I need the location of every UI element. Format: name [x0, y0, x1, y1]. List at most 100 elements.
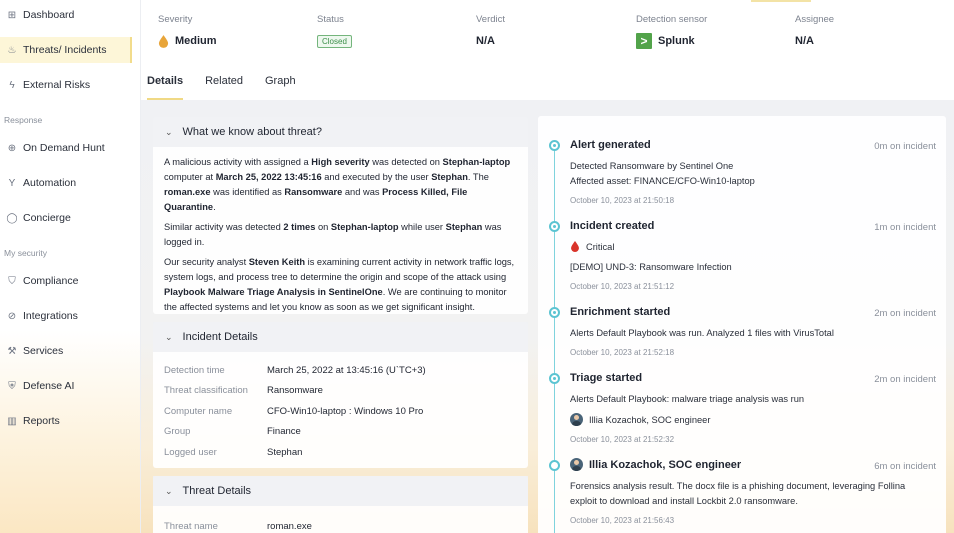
bar-chart-icon: ▥ — [7, 415, 17, 427]
incident-details-header[interactable]: ⌄ Incident Details — [153, 322, 528, 352]
section-my-security-label: My security — [4, 248, 47, 258]
incident-summary: Severity Medium Status Closed Verdict N/… — [141, 0, 954, 70]
avatar — [570, 413, 583, 426]
event-elapsed: 1m on incident — [874, 222, 936, 233]
sidebar-item-automation[interactable]: Y Automation — [0, 170, 132, 196]
threat-summary-panel: ⌄ What we know about threat? A malicious… — [153, 117, 528, 314]
sidebar-item-integrations[interactable]: ⊘ Integrations — [0, 303, 132, 329]
event-line: exploit to download and install Lockbit … — [570, 496, 798, 506]
sidebar-item-external-risks[interactable]: ϟ External Risks — [0, 72, 132, 98]
severity-label: Severity — [158, 14, 193, 25]
tab-related[interactable]: Related — [205, 72, 243, 100]
detail-key: Logged user — [164, 446, 217, 458]
event-line: [DEMO] UND-3: Ransomware Infection — [570, 262, 732, 272]
event-severity: Critical — [570, 241, 614, 252]
sidebar-item-label: On Demand Hunt — [23, 142, 105, 154]
sidebar-item-dashboard[interactable]: ⊞ Dashboard — [0, 2, 132, 28]
threat-paragraph-2: Similar activity was detected 2 times on… — [164, 222, 502, 247]
chevron-down-icon: ⌄ — [165, 485, 173, 496]
sensor-field: Detection sensor > Splunk — [636, 14, 707, 50]
assignee-field: Assignee N/A — [795, 14, 834, 50]
threat-paragraph-1: A malicious activity with assigned a Hig… — [164, 157, 511, 212]
detail-key: Detection time — [164, 364, 225, 376]
incident-details-list: Detection time March 25, 2022 at 13:45:16… — [153, 352, 528, 463]
critical-drop-icon — [571, 241, 579, 252]
incident-timeline: Alert generated 0m on incident Detected … — [538, 116, 946, 533]
tab-bar: Details Related Graph — [147, 72, 318, 100]
detail-row: Threat classification Ransomware — [153, 381, 528, 402]
panel-title: What we know about threat? — [182, 126, 322, 138]
tab-graph[interactable]: Graph — [265, 72, 296, 100]
assignee-value[interactable]: N/A — [795, 32, 834, 50]
severity-text: Medium — [175, 35, 217, 47]
shield-icon: ⛨ — [8, 380, 16, 392]
threat-summary-text: A malicious activity with assigned a Hig… — [153, 147, 528, 328]
severity-field: Severity Medium — [158, 14, 217, 50]
sidebar-item-on-demand-hunt[interactable]: ⊕ On Demand Hunt — [0, 135, 132, 161]
detail-row: Detection time March 25, 2022 at 13:45:16… — [153, 360, 528, 381]
status-field: Status Closed — [317, 14, 352, 50]
detail-key: Threat name — [164, 520, 218, 532]
detail-row: Group Finance — [153, 422, 528, 443]
event-timestamp: October 10, 2023 at 21:51:12 — [570, 282, 675, 291]
threat-details-panel: ⌄ Threat Details Threat name roman.exe — [153, 476, 528, 533]
sidebar-item-label: Dashboard — [23, 9, 75, 21]
status-value: Closed — [317, 32, 352, 50]
sidebar-item-services[interactable]: ⚒ Services — [0, 338, 132, 364]
crosshair-icon: ⊕ — [7, 142, 17, 154]
detail-row: Logged user Stephan — [153, 442, 528, 463]
detail-value: Ransomware — [267, 385, 323, 397]
avatar — [570, 458, 583, 471]
assignee-label: Assignee — [795, 14, 835, 25]
sidebar-item-label: Threats/ Incidents — [23, 44, 107, 56]
chevron-down-icon: ⌄ — [165, 331, 173, 342]
sidebar-item-reports[interactable]: ▥ Reports — [0, 408, 132, 434]
timeline-dot-icon — [549, 460, 560, 471]
sidebar-item-threats-incidents[interactable]: ♨ Threats/ Incidents — [0, 37, 132, 63]
sidebar-item-label: Defense AI — [23, 380, 75, 392]
threat-summary-header[interactable]: ⌄ What we know about threat? — [153, 117, 528, 147]
event-person: Illia Kozachok, SOC engineer — [570, 413, 710, 426]
sidebar-item-label: Automation — [23, 177, 77, 189]
detail-row: Computer name CFO-Win10-laptop : Windows … — [153, 401, 528, 422]
sensor-value: > Splunk — [636, 32, 707, 50]
panel-title: Incident Details — [182, 331, 258, 343]
threat-details-header[interactable]: ⌄ Threat Details — [153, 476, 528, 506]
detail-value: Stephan — [267, 446, 303, 458]
sidebar-item-concierge[interactable]: ◯ Concierge — [0, 205, 132, 231]
chat-icon: ◯ — [6, 212, 18, 224]
detail-value: roman.exe — [267, 520, 312, 532]
event-timestamp: October 10, 2023 at 21:56:43 — [570, 516, 675, 525]
event-elapsed: 0m on incident — [874, 141, 936, 152]
flame-icon: ♨ — [7, 44, 17, 56]
severity-text: Critical — [586, 241, 615, 252]
sidebar-item-label: Services — [23, 345, 64, 357]
incident-details-panel: ⌄ Incident Details Detection time March 2… — [153, 322, 528, 468]
shield-check-icon: ⛉ — [8, 275, 16, 287]
event-elapsed: 2m on incident — [874, 374, 936, 385]
detail-row: Threat name roman.exe — [153, 516, 528, 533]
event-title: Illia Kozachok, SOC engineer — [570, 458, 741, 471]
grid-icon: ⊞ — [7, 9, 17, 21]
event-title-text: Illia Kozachok, SOC engineer — [589, 458, 742, 471]
timeline-dot-icon — [549, 307, 560, 318]
detail-key: Computer name — [164, 405, 233, 417]
timeline-line — [554, 144, 555, 533]
timeline-dot-icon — [549, 140, 560, 151]
event-timestamp: October 10, 2023 at 21:50:18 — [570, 196, 675, 205]
tab-details[interactable]: Details — [147, 72, 184, 100]
sidebar-item-label: Reports — [23, 415, 60, 427]
sidebar-item-label: Concierge — [23, 212, 71, 224]
drop-icon — [158, 34, 169, 48]
event-timestamp: October 10, 2023 at 21:52:18 — [570, 348, 675, 357]
timeline-dot-icon — [549, 221, 560, 232]
sidebar-item-defense-ai[interactable]: ⛨ Defense AI — [0, 373, 132, 399]
event-elapsed: 6m on incident — [874, 461, 936, 472]
event-line: Forensics analysis result. The docx file… — [570, 481, 906, 491]
event-elapsed: 2m on incident — [874, 308, 936, 319]
plug-icon: ⊘ — [7, 310, 17, 322]
sidebar-item-compliance[interactable]: ⛉ Compliance — [0, 268, 132, 294]
sidebar: ⊞ Dashboard ♨ Threats/ Incidents ϟ Exter… — [0, 0, 141, 533]
sensor-label: Detection sensor — [636, 14, 708, 25]
event-title: Triage started — [570, 372, 643, 384]
